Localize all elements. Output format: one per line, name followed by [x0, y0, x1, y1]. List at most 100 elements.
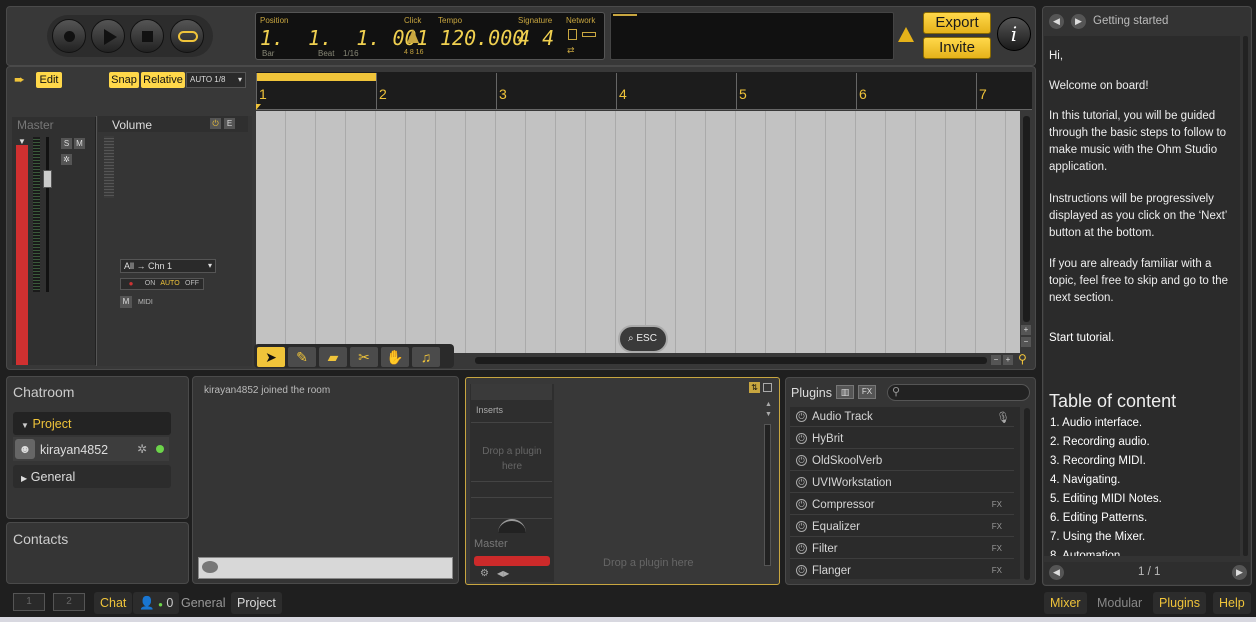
- pointer-tool-icon[interactable]: ➤: [256, 346, 286, 368]
- chat-tab[interactable]: Chat: [94, 592, 133, 614]
- mixer-window-icon[interactable]: [763, 383, 772, 392]
- note-tool-icon[interactable]: ♫: [411, 346, 441, 368]
- mixer-options-icon[interactable]: ⇅: [749, 382, 760, 393]
- project-tab[interactable]: Project: [231, 592, 282, 614]
- zoom-in-icon[interactable]: +: [1021, 325, 1031, 335]
- plugin-item[interactable]: ⏻ Audio Track: [790, 407, 1014, 427]
- plugin-icon: ⏻: [796, 411, 807, 422]
- mute-button[interactable]: M: [74, 138, 85, 149]
- eraser-tool-icon[interactable]: ▰: [318, 346, 348, 368]
- info-button[interactable]: i: [997, 17, 1031, 51]
- midi-route-select[interactable]: All → Chn 1 ▾: [120, 259, 216, 273]
- quantize-select[interactable]: AUTO 1/8 ▾: [186, 72, 246, 88]
- power-icon[interactable]: ⏻: [210, 118, 221, 129]
- mixer-settings-icon[interactable]: ⚙: [480, 568, 489, 579]
- toc-item[interactable]: 7. Using the Mixer.: [1050, 531, 1145, 543]
- master-fader-handle[interactable]: [43, 170, 52, 188]
- general-section[interactable]: ▶ General: [13, 465, 171, 488]
- tutorial-scrollbar[interactable]: [1243, 36, 1248, 556]
- toc-item[interactable]: 3. Recording MIDI.: [1050, 455, 1146, 467]
- loop-region[interactable]: [256, 73, 376, 81]
- start-tutorial-link[interactable]: Start tutorial.: [1049, 332, 1239, 344]
- mixer-scroll-up-icon[interactable]: ▲: [765, 401, 772, 408]
- invite-button[interactable]: Invite: [923, 37, 991, 59]
- user-settings-icon[interactable]: ✲: [137, 442, 147, 456]
- fx-icon[interactable]: ✲: [61, 154, 72, 165]
- toc-item[interactable]: 6. Editing Patterns.: [1050, 512, 1147, 524]
- scissors-tool-icon[interactable]: ✂: [349, 346, 379, 368]
- insert-slot-2[interactable]: [471, 497, 552, 519]
- zoom-out-icon[interactable]: −: [1021, 337, 1031, 347]
- project-section[interactable]: ▼ Project: [13, 412, 171, 435]
- fx-filter-button[interactable]: FX: [858, 385, 876, 399]
- modular-tab[interactable]: Modular: [1091, 592, 1148, 614]
- snap-button[interactable]: Snap: [109, 72, 139, 88]
- esc-button[interactable]: ⌕ ESC: [618, 325, 668, 353]
- edit-arrow-icon[interactable]: ➨: [14, 73, 32, 87]
- auto-auto-button[interactable]: AUTO: [159, 279, 181, 289]
- back-button[interactable]: ◀: [1049, 14, 1064, 29]
- plugin-item[interactable]: ⏻ Compressor FX: [790, 495, 1014, 515]
- mixer-vscrollbar[interactable]: [764, 424, 771, 566]
- metronome-icon[interactable]: [407, 29, 419, 43]
- arrangement-grid[interactable]: [256, 111, 1020, 353]
- plugin-item[interactable]: ⏻ Filter FX: [790, 539, 1014, 559]
- tempo-value[interactable]: 120.000: [440, 26, 524, 50]
- plugin-item[interactable]: ⏻ HyBrit: [790, 429, 1014, 449]
- mixer-tab[interactable]: Mixer: [1044, 592, 1087, 614]
- toc-item[interactable]: 4. Navigating.: [1050, 474, 1120, 486]
- auto-on-button[interactable]: ON: [142, 279, 158, 289]
- relative-button[interactable]: Relative: [141, 72, 185, 88]
- search-icon[interactable]: ⚲: [1018, 352, 1027, 366]
- contacts-title[interactable]: Contacts: [13, 531, 68, 547]
- prev-page-button[interactable]: ◀: [1049, 565, 1064, 580]
- page-button-2[interactable]: 2: [53, 593, 85, 611]
- toc-item[interactable]: 2. Recording audio.: [1050, 436, 1150, 448]
- h-zoom-in-icon[interactable]: +: [1003, 355, 1013, 365]
- plugin-search-input[interactable]: [887, 384, 1030, 401]
- vertical-scrollbar[interactable]: [1023, 116, 1030, 322]
- plugin-scrollbar[interactable]: [1024, 408, 1030, 580]
- solo-button[interactable]: S: [61, 138, 72, 149]
- warning-icon[interactable]: [898, 27, 914, 42]
- toc-item[interactable]: 5. Editing MIDI Notes.: [1050, 493, 1162, 505]
- position-value[interactable]: 1. 1. 1. 001: [260, 26, 429, 50]
- users-tab[interactable]: 👤 ● 0: [133, 592, 180, 614]
- toc-item[interactable]: 8. Automation: [1050, 550, 1120, 556]
- auto-off-button[interactable]: OFF: [183, 279, 201, 289]
- help-tab[interactable]: Help: [1213, 592, 1251, 614]
- plugin-tag: FX: [991, 500, 1002, 509]
- message-indicator: [613, 14, 637, 16]
- play-button[interactable]: [91, 19, 125, 53]
- hand-tool-icon[interactable]: ✋: [380, 346, 410, 368]
- h-zoom-out-icon[interactable]: −: [991, 355, 1001, 365]
- plugin-item[interactable]: ⏻ UVIWorkstation: [790, 473, 1014, 493]
- mixer-scroll-down-icon[interactable]: ▼: [765, 411, 772, 418]
- next-page-button[interactable]: ▶: [1232, 565, 1247, 580]
- instruments-filter-icon[interactable]: ▥: [836, 385, 854, 399]
- page-button-1[interactable]: 1: [13, 593, 45, 611]
- general-tab[interactable]: General: [175, 592, 231, 614]
- pencil-tool-icon[interactable]: ✎: [287, 346, 317, 368]
- playhead-marker[interactable]: [256, 104, 261, 110]
- mixer-arrows-icon[interactable]: ◀▶: [497, 569, 509, 578]
- collapse-icon[interactable]: ▼: [18, 137, 26, 146]
- record-button[interactable]: [52, 19, 86, 53]
- auto-record-icon[interactable]: ●: [122, 279, 140, 289]
- horizontal-scrollbar[interactable]: [475, 357, 987, 364]
- signature-value[interactable]: 4 4: [518, 26, 554, 50]
- export-button[interactable]: Export: [923, 12, 991, 34]
- loop-button[interactable]: [170, 19, 204, 53]
- edit-track-button[interactable]: E: [224, 118, 235, 129]
- toc-item[interactable]: 1. Audio interface.: [1050, 417, 1142, 429]
- stop-button[interactable]: [130, 19, 164, 53]
- track-mute-button[interactable]: M: [120, 296, 132, 308]
- plugin-item[interactable]: ⏻ OldSkoolVerb: [790, 451, 1014, 471]
- plugins-tab[interactable]: Plugins: [1153, 592, 1206, 614]
- plugin-item[interactable]: ⏻ Flanger FX: [790, 561, 1014, 579]
- chat-input[interactable]: [198, 557, 453, 579]
- forward-button[interactable]: ▶: [1071, 14, 1086, 29]
- drag-handle[interactable]: [104, 136, 114, 198]
- edit-button[interactable]: Edit: [36, 72, 62, 88]
- plugin-item[interactable]: ⏻ Equalizer FX: [790, 517, 1014, 537]
